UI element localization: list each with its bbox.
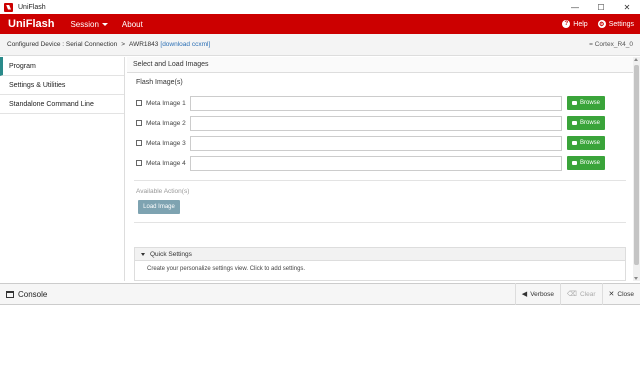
scroll-down-icon[interactable] — [634, 277, 638, 280]
window-controls: — ☐ ✕ — [562, 0, 640, 14]
meta-image-3-checkbox[interactable] — [136, 140, 142, 146]
browse-label: Browse — [579, 160, 600, 166]
configured-device-label: Configured Device : Serial Connection — [7, 41, 118, 48]
meta-image-3-label: Meta Image 3 — [146, 139, 186, 147]
quick-settings-body[interactable]: Create your personalize settings view. C… — [135, 261, 625, 272]
clear-button[interactable]: ⌫ Clear — [560, 283, 601, 305]
flash-images-title: Flash Image(s) — [136, 79, 183, 86]
image-row-3: Meta Image 3 Browse — [136, 135, 605, 151]
browse-button-2[interactable]: Browse — [567, 116, 605, 130]
chevron-down-icon — [101, 22, 108, 26]
image-row-4: Meta Image 4 Browse — [136, 155, 605, 171]
close-window-button[interactable]: ✕ — [614, 0, 640, 14]
browse-label: Browse — [579, 100, 600, 106]
meta-image-4-label: Meta Image 4 — [146, 159, 186, 167]
window-title: UniFlash — [18, 3, 46, 11]
window-icon — [6, 290, 14, 298]
help-label: Help — [573, 20, 588, 28]
close-console-button[interactable]: ✕ Close — [601, 283, 640, 305]
menubar: UniFlash Session About ? Help ⚙ Settings — [0, 14, 640, 34]
minimize-button[interactable]: — — [562, 0, 588, 14]
sidebar: Program Settings & Utilities Standalone … — [0, 57, 125, 281]
session-menu[interactable]: Session — [70, 19, 108, 29]
main-panel: Select and Load Images Flash Image(s) Me… — [127, 57, 633, 281]
console-actions: ◀ Verbose ⌫ Clear ✕ Close — [514, 283, 640, 305]
meta-image-4-checkbox[interactable] — [136, 160, 142, 166]
console-bar: Console ◀ Verbose ⌫ Clear ✕ Close — [0, 283, 640, 305]
scroll-up-icon[interactable] — [634, 58, 638, 61]
divider — [134, 222, 626, 223]
settings-button[interactable]: ⚙ Settings — [597, 20, 634, 28]
settings-label: Settings — [608, 20, 634, 28]
quick-settings-panel: Quick Settings Create your personalize s… — [134, 247, 626, 281]
meta-image-1-input[interactable] — [190, 95, 562, 111]
console-title[interactable]: Console — [6, 290, 47, 299]
verbose-button[interactable]: ◀ Verbose — [514, 283, 560, 305]
meta-image-1-checkbox[interactable] — [136, 100, 142, 106]
help-icon: ? — [562, 20, 571, 28]
download-ccxml-link[interactable]: [download ccxml] — [160, 41, 210, 48]
browse-label: Browse — [579, 120, 600, 126]
browse-button-3[interactable]: Browse — [567, 136, 605, 150]
eraser-icon: ⌫ — [567, 291, 577, 298]
divider — [134, 180, 626, 181]
scrollbar-thumb[interactable] — [634, 65, 639, 265]
device-name: AWR1843 — [129, 41, 159, 48]
image-row-1: Meta Image 1 Browse — [136, 95, 605, 111]
sidebar-item-standalone-command-line[interactable]: Standalone Command Line — [0, 95, 124, 114]
console-title-label: Console — [18, 289, 48, 299]
load-image-button[interactable]: Load Image — [138, 200, 180, 214]
main-scrollbar[interactable] — [633, 57, 640, 281]
folder-icon — [571, 121, 577, 125]
section-title: Select and Load Images — [127, 57, 633, 73]
brand-title: UniFlash — [8, 18, 55, 30]
speaker-icon: ◀ — [521, 291, 528, 298]
sidebar-item-program[interactable]: Program — [0, 57, 124, 76]
help-button[interactable]: ? Help — [562, 20, 588, 28]
available-actions-title: Available Action(s) — [136, 188, 190, 195]
gear-icon: ⚙ — [597, 20, 606, 28]
menubar-right: ? Help ⚙ Settings — [552, 20, 634, 28]
quick-settings-title: Quick Settings — [150, 250, 192, 258]
meta-image-2-input[interactable] — [190, 115, 562, 131]
close-icon: ✕ — [608, 291, 615, 298]
maximize-button[interactable]: ☐ — [588, 0, 614, 14]
folder-icon — [571, 161, 577, 165]
browse-button-4[interactable]: Browse — [567, 156, 605, 170]
browse-button-1[interactable]: Browse — [567, 96, 605, 110]
clear-label: Clear — [579, 290, 596, 298]
meta-image-3-input[interactable] — [190, 135, 562, 151]
sidebar-item-label: Program — [9, 62, 36, 70]
chevron-down-icon — [141, 252, 145, 256]
meta-image-1-label: Meta Image 1 — [146, 99, 186, 107]
sidebar-item-label: Settings & Utilities — [9, 81, 66, 89]
session-menu-label: Session — [70, 19, 99, 29]
uniflash-logo-icon — [4, 2, 13, 12]
verbose-label: Verbose — [530, 290, 555, 298]
about-menu[interactable]: About — [122, 20, 143, 29]
about-menu-label: About — [121, 19, 143, 29]
meta-image-2-checkbox[interactable] — [136, 120, 142, 126]
core-selector[interactable]: = Cortex_R4_0 — [589, 41, 633, 48]
folder-icon — [571, 141, 577, 145]
sidebar-item-settings-utilities[interactable]: Settings & Utilities — [0, 76, 124, 95]
device-bar: Configured Device : Serial Connection > … — [0, 34, 640, 56]
image-row-2: Meta Image 2 Browse — [136, 115, 605, 131]
meta-image-2-label: Meta Image 2 — [146, 119, 186, 127]
sidebar-item-label: Standalone Command Line — [9, 100, 94, 108]
device-separator: > — [121, 41, 125, 48]
browse-label: Browse — [579, 140, 600, 146]
close-label: Close — [617, 290, 634, 298]
window-titlebar: UniFlash — ☐ ✕ — [0, 0, 640, 14]
meta-image-4-input[interactable] — [190, 155, 562, 171]
quick-settings-header[interactable]: Quick Settings — [135, 248, 625, 261]
folder-icon — [571, 101, 577, 105]
